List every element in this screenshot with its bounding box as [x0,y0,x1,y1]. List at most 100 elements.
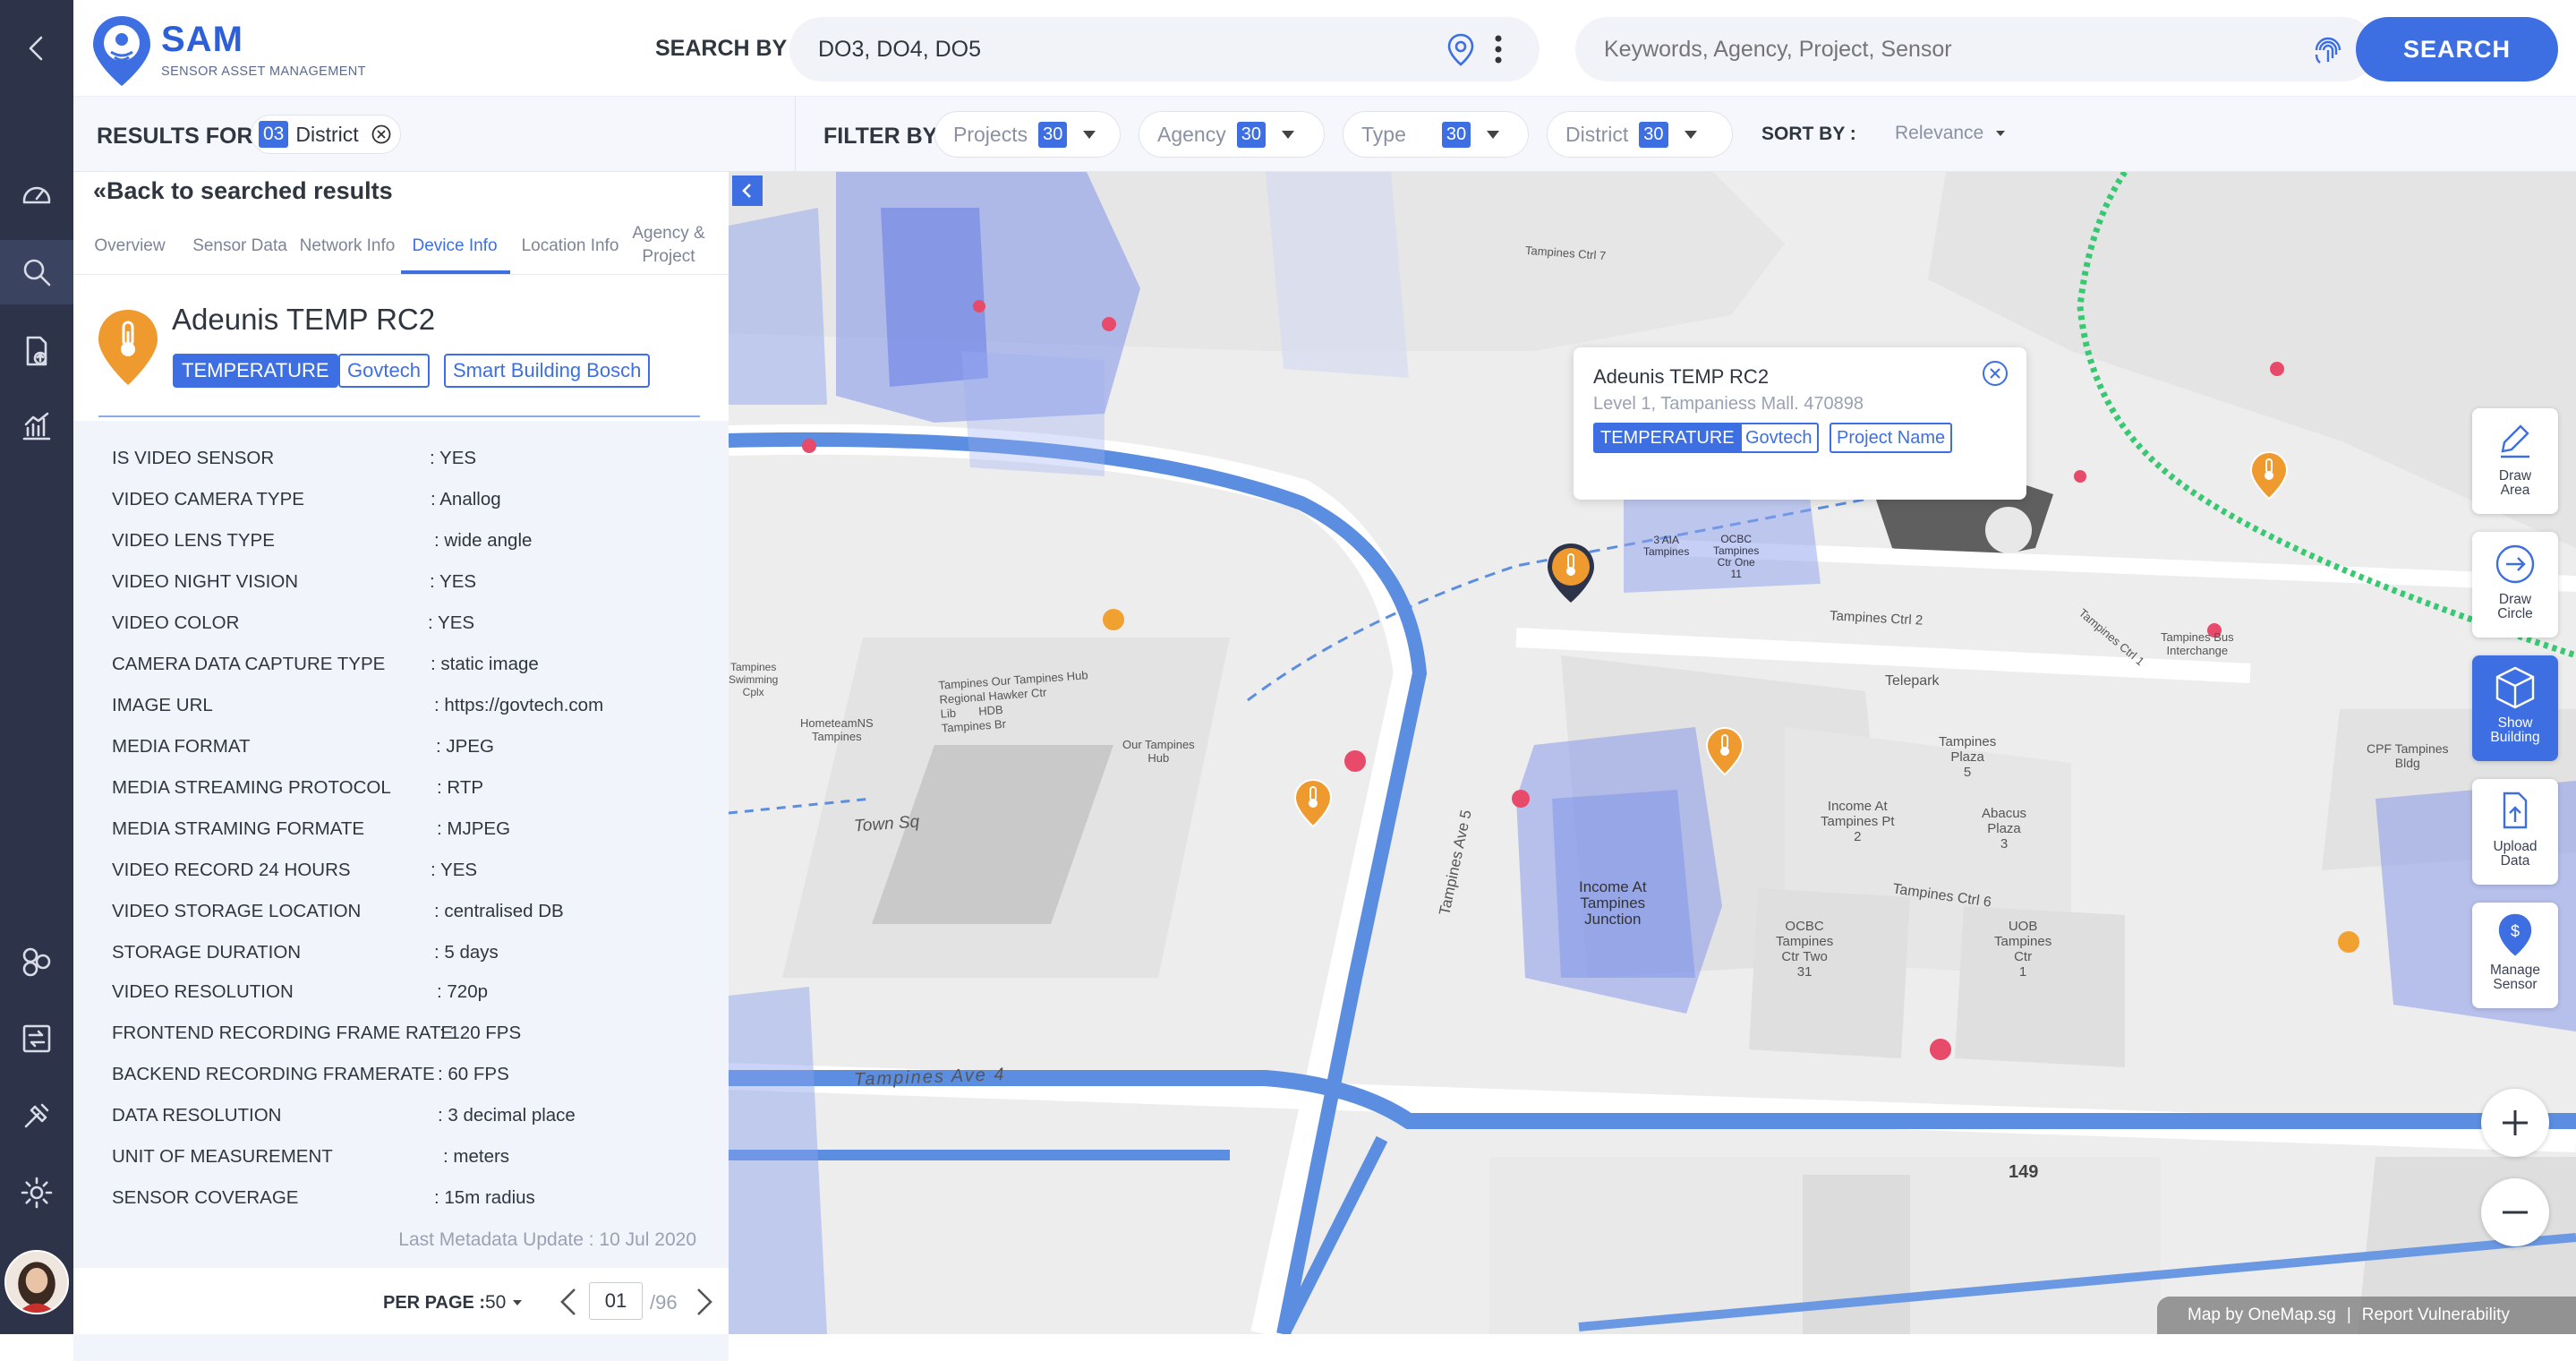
filter-bar: RESULTS FOR 03 District FILTER BY Projec… [73,97,2576,172]
search-icon[interactable] [19,254,55,290]
info-row: VIDEO CAMERA TYPE: Anallog [112,489,501,509]
map-label-ocbc-one: OCBC Tampines Ctr One 11 [1713,533,1760,580]
popup-tag-type: TEMPERATURE [1593,423,1742,453]
filter-projects[interactable]: Projects 30 [934,111,1121,158]
chevron-right-icon[interactable] [691,1284,718,1320]
map-attribution[interactable]: Map by OneMap.sg [2188,1305,2336,1325]
hammer-tools-icon[interactable] [19,1098,55,1134]
pagination-bar: PER PAGE : 50 01 /96 [73,1268,729,1334]
info-row: BACKEND RECORDING FRAMERATE: 60 FPS [112,1064,509,1084]
back-arrow-icon[interactable] [19,30,55,66]
tab-device-info[interactable]: Device Info [408,235,501,258]
filter-count: 30 [1038,121,1068,148]
district-result-chip: 03 District [251,115,401,154]
more-options-icon[interactable] [1489,33,1507,65]
page-input[interactable]: 01 [589,1282,643,1320]
map-attribution-bar: Map by OneMap.sg | Report Vulnerability [2157,1297,2576,1334]
filter-count: 30 [1441,121,1471,148]
dollar-pin-icon: $ [2498,913,2532,956]
tool-label: Draw Area [2498,468,2532,498]
manage-sensor-button[interactable]: $ Manage Sensor [2472,903,2558,1008]
chevron-down-icon [513,1300,523,1305]
tab-agency-project[interactable]: Agency & Project [628,222,709,269]
location-pin-icon[interactable] [1443,31,1479,67]
fingerprint-scan-icon[interactable] [2309,31,2347,69]
sort-by-dropdown[interactable]: Relevance [1895,123,2006,144]
analytics-chart-icon[interactable] [19,408,55,444]
map-label-hub: Our Tampines Hub [1122,738,1195,765]
tab-divider [73,274,729,275]
close-icon[interactable] [371,124,391,144]
filter-label: Type [1361,122,1406,146]
map-label-income-pt: Income At Tampines Pt 2 [1821,799,1895,844]
keyword-search-field[interactable] [1575,17,2376,81]
zoom-in-button[interactable] [2481,1089,2549,1157]
tab-location-info[interactable]: Location Info [512,235,628,258]
show-building-button[interactable]: Show Building [2472,655,2558,761]
minus-icon [2503,1211,2528,1214]
tag-agency: Govtech [338,354,430,388]
info-row: MEDIA STRAMING FORMATE: MJPEG [112,818,511,839]
tab-overview[interactable]: Overview [91,235,168,258]
tab-network-info[interactable]: Network Info [295,235,399,258]
sensor-popup: Adeunis TEMP RC2 Level 1, Tampaniess Mal… [1574,347,2026,500]
results-for-label: RESULTS FOR [97,124,253,149]
sensor-pin-selected[interactable] [1545,541,1597,605]
per-page-dropdown[interactable]: 50 [485,1292,523,1314]
map-label-bus: Tampines Bus Interchange [2161,630,2234,657]
pencil-icon [2501,424,2529,458]
report-vulnerability-link[interactable]: Report Vulnerability [2362,1305,2510,1325]
filter-count: 30 [1236,121,1266,148]
hexagon-network-icon[interactable] [19,944,55,980]
map-label-uob: UOB Tampines Ctr 1 [1994,919,2052,980]
header-divider [98,415,700,417]
avatar[interactable] [4,1250,69,1314]
filter-label: Projects [953,122,1028,146]
document-upload-icon[interactable] [19,333,55,369]
transfer-icon[interactable] [19,1021,55,1057]
chevron-down-icon [1487,130,1500,139]
draw-circle-button[interactable]: Draw Circle [2472,532,2558,638]
tool-label: Manage Sensor [2489,963,2540,992]
filter-by-label: FILTER BY [823,124,938,149]
info-row: MEDIA FORMAT: JPEG [112,736,494,757]
info-row: VIDEO NIGHT VISION: YES [112,571,477,592]
page-total: /96 [650,1291,678,1314]
tool-label: Upload Data [2493,839,2538,869]
back-to-results-link[interactable]: «Back to searched results [93,177,393,205]
cube-icon [2495,666,2535,709]
map-view[interactable]: Town Sq Tampines Ave 4 Tampines Ave 5 Ta… [729,172,2576,1334]
sidebar [0,0,73,1334]
chevron-left-icon[interactable] [555,1284,582,1320]
map-label-telepark: Telepark [1885,673,1940,689]
keyword-search-input[interactable] [1604,31,2231,67]
info-row: MEDIA STREAMING PROTOCOL: RTP [112,777,484,798]
search-by-field[interactable]: DO3, DO4, DO5 [789,17,1540,81]
filter-label: Agency [1157,122,1226,146]
draw-area-button[interactable]: Draw Area [2472,408,2558,514]
tab-sensor-data[interactable]: Sensor Data [190,235,290,258]
sort-by-label: SORT BY : [1761,124,1856,144]
map-label-income-junction: Income At Tampines Junction [1579,878,1647,928]
sensor-pin-1[interactable] [2248,449,2290,501]
map-label-plaza: Tampines Plaza 5 [1939,734,1997,780]
search-button[interactable]: SEARCH [2356,17,2558,81]
info-row: DATA RESOLUTION: 3 decimal place [112,1105,576,1126]
popup-tag-project: Project Name [1830,423,1953,453]
collapse-panel-button[interactable] [732,175,763,206]
close-icon[interactable] [1982,360,2009,387]
map-label-library: Tampines Our Tampines Hub Regional Hawke… [937,668,1089,735]
sensor-pin-2[interactable] [1704,725,1745,777]
map-label-aia: 3 AIA Tampines [1643,534,1690,558]
dashboard-gauge-icon[interactable] [19,175,55,211]
filter-agency[interactable]: Agency 30 [1139,111,1325,158]
sort-by-value: Relevance [1895,123,1984,143]
upload-data-button[interactable]: Upload Data [2472,779,2558,885]
sensor-pin-3[interactable] [1292,777,1334,829]
filter-district[interactable]: District 30 [1547,111,1733,158]
info-row: VIDEO LENS TYPE: wide angle [112,530,533,551]
zoom-out-button[interactable] [2481,1178,2549,1246]
gear-icon[interactable] [19,1175,55,1211]
filter-type[interactable]: Type 30 [1343,111,1529,158]
info-row: UNIT OF MEASUREMENT: meters [112,1146,510,1167]
